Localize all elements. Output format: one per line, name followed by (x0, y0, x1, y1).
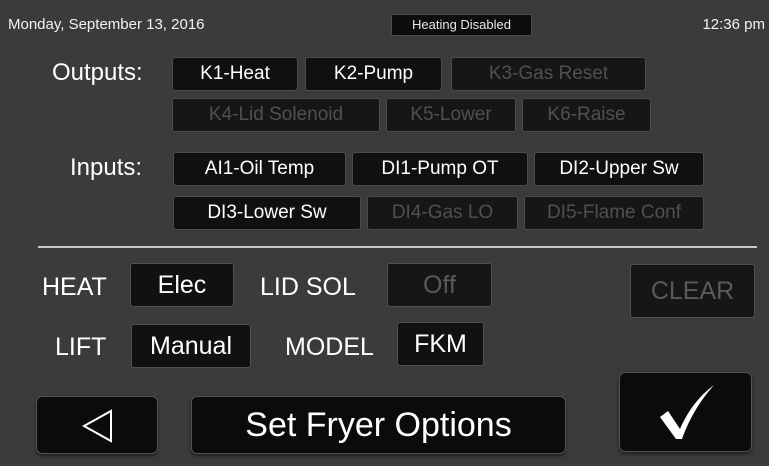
heat-value-button[interactable]: Elec (130, 263, 234, 307)
model-label: MODEL (285, 333, 374, 361)
input-di2-upper-sw-chip[interactable]: DI2-Upper Sw (534, 152, 704, 186)
output-k2-pump-chip[interactable]: K2-Pump (305, 57, 442, 91)
back-triangle-icon (78, 409, 118, 443)
input-ai1-oil-temp-chip[interactable]: AI1-Oil Temp (173, 152, 346, 186)
screen-title: Set Fryer Options (191, 396, 566, 454)
time-label: 12:36 pm (702, 16, 765, 33)
input-di5-flame-conf-chip[interactable]: DI5-Flame Conf (524, 196, 704, 230)
heating-status-badge: Heating Disabled (391, 14, 532, 36)
input-di1-pump-ot-chip[interactable]: DI1-Pump OT (352, 152, 528, 186)
model-value-button[interactable]: FKM (397, 322, 484, 366)
output-k3-gas-reset-chip[interactable]: K3-Gas Reset (451, 57, 646, 91)
lid-sol-label: LID SOL (260, 273, 356, 301)
input-di4-gas-lo-chip[interactable]: DI4-Gas LO (367, 196, 518, 230)
date-label: Monday, September 13, 2016 (8, 16, 205, 33)
lift-label: LIFT (55, 333, 107, 361)
lift-value-button[interactable]: Manual (131, 324, 251, 368)
inputs-label: Inputs: (70, 154, 143, 181)
section-divider (38, 246, 757, 248)
output-k4-lid-solenoid-chip[interactable]: K4-Lid Solenoid (172, 98, 380, 132)
output-k5-lower-chip[interactable]: K5-Lower (386, 98, 516, 132)
lid-sol-value-button[interactable]: Off (387, 263, 492, 307)
heat-label: HEAT (42, 273, 107, 301)
output-k1-heat-chip[interactable]: K1-Heat (172, 57, 298, 91)
outputs-label: Outputs: (52, 59, 143, 86)
confirm-button[interactable] (619, 372, 752, 452)
back-button[interactable] (36, 396, 158, 454)
checkmark-icon (658, 383, 716, 443)
output-k6-raise-chip[interactable]: K6-Raise (522, 98, 651, 132)
input-di3-lower-sw-chip[interactable]: DI3-Lower Sw (173, 196, 361, 230)
clear-button[interactable]: CLEAR (630, 264, 755, 318)
